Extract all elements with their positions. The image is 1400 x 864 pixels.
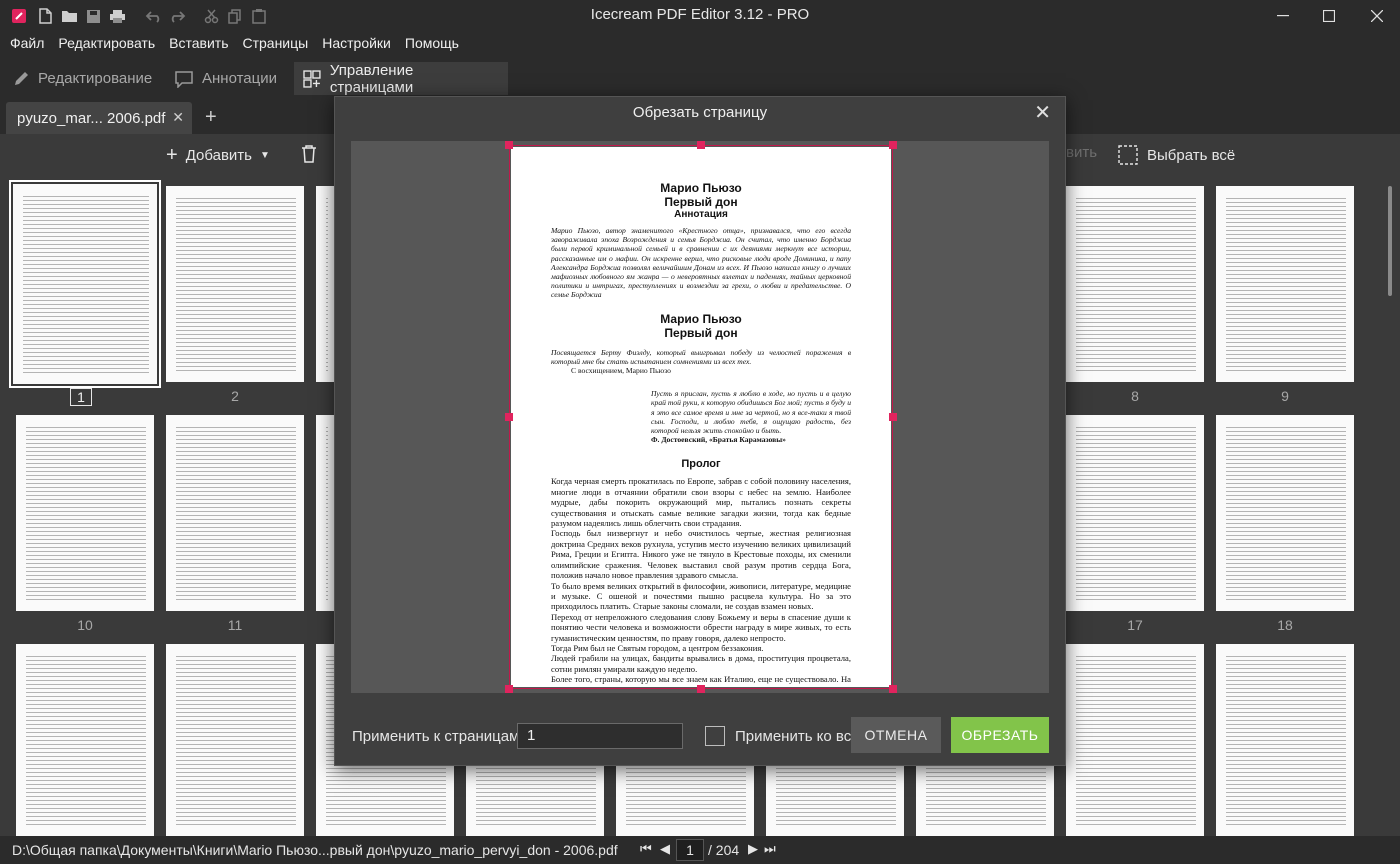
mode-annotations-tab[interactable]: Аннотации xyxy=(166,62,285,95)
minimize-icon[interactable] xyxy=(1260,0,1306,32)
crop-page-dialog: Обрезать страницу ✕ Марио Пьюзо Первый д… xyxy=(334,96,1066,766)
page-thumbnail-1[interactable] xyxy=(9,180,161,388)
select-all-icon xyxy=(1118,145,1138,165)
title-bar: Icecream PDF Editor 3.12 - PRO xyxy=(0,0,1400,32)
file-path: D:\Общая папка\Документы\Книги\Мario Пью… xyxy=(12,842,618,858)
cut-icon[interactable] xyxy=(200,5,222,27)
mode-pages-label: Управление страницами xyxy=(329,61,414,96)
page-thumbnail-17[interactable] xyxy=(1066,415,1204,611)
mode-pages-tab[interactable]: Управление страницами xyxy=(294,61,508,96)
crop-frame[interactable] xyxy=(509,145,893,689)
redo-icon[interactable] xyxy=(166,5,188,27)
pages-grid-icon xyxy=(303,69,321,88)
maximize-icon[interactable] xyxy=(1306,0,1352,32)
crop-handle-top[interactable] xyxy=(697,141,705,149)
mode-edit-label: Редактирование xyxy=(38,70,153,87)
mode-annotations-label: Аннотации xyxy=(202,70,277,87)
print-icon[interactable] xyxy=(106,5,128,27)
menu-insert[interactable]: Вставить xyxy=(169,32,228,54)
page-number-9: 9 xyxy=(1281,388,1289,404)
crop-handle-right[interactable] xyxy=(889,413,897,421)
dialog-title: Обрезать страницу xyxy=(632,104,768,121)
page-thumbnail-2[interactable] xyxy=(166,186,304,382)
close-icon[interactable] xyxy=(1354,0,1400,32)
add-button-label: Добавить xyxy=(185,147,252,164)
crop-handle-top-left[interactable] xyxy=(505,141,513,149)
close-tab-icon[interactable]: ✕ xyxy=(172,109,184,126)
apply-to-pages-label: Применить к страницам: xyxy=(352,728,524,745)
crop-button[interactable]: ОБРЕЗАТЬ xyxy=(951,717,1049,753)
cancel-button[interactable]: ОТМЕНА xyxy=(851,717,941,753)
add-button[interactable]: + Добавить ▼ xyxy=(166,144,270,167)
crop-handle-bottom[interactable] xyxy=(697,685,705,693)
menu-file[interactable]: Файл xyxy=(10,32,44,54)
next-page-icon[interactable]: ▶ xyxy=(748,841,758,857)
page-number-8: 8 xyxy=(1131,388,1139,404)
crop-handle-bottom-right[interactable] xyxy=(889,685,897,693)
menu-settings[interactable]: Настройки xyxy=(322,32,391,54)
open-folder-icon[interactable] xyxy=(58,5,80,27)
delete-icon[interactable] xyxy=(300,144,318,164)
plus-icon: + xyxy=(166,144,178,166)
menu-bar: Файл Редактировать Вставить Страницы Нас… xyxy=(0,32,1400,54)
page-thumbnail-8[interactable] xyxy=(1066,186,1204,382)
menu-pages[interactable]: Страницы xyxy=(242,32,308,54)
undo-icon[interactable] xyxy=(142,5,164,27)
page-thumbnail-11[interactable] xyxy=(166,415,304,611)
page-thumbnail-27[interactable] xyxy=(1216,644,1354,836)
last-page-icon[interactable]: ⏭ xyxy=(764,841,776,857)
page-thumbnail-18[interactable] xyxy=(1216,415,1354,611)
page-number-10: 10 xyxy=(77,617,93,633)
select-all-button[interactable]: Выбрать всё xyxy=(1117,144,1235,166)
document-tab[interactable]: pyuzo_mar... 2006.pdf ✕ xyxy=(6,102,192,134)
copy-icon[interactable] xyxy=(224,5,246,27)
total-pages: / 204 xyxy=(708,842,740,858)
paste-icon[interactable] xyxy=(248,5,270,27)
dialog-close-icon[interactable]: ✕ xyxy=(1034,100,1051,125)
apply-to-all-label: Применить ко всем xyxy=(735,728,870,745)
page-thumbnail-3[interactable] xyxy=(316,186,336,382)
page-number-11: 11 xyxy=(227,617,243,633)
page-number-2: 2 xyxy=(231,388,239,404)
page-thumbnail-12[interactable] xyxy=(316,415,336,611)
status-bar: D:\Общая папка\Документы\Книги\Мario Пью… xyxy=(0,836,1400,864)
page-number-1: 1 xyxy=(70,388,92,406)
page-number-18: 18 xyxy=(1277,617,1293,633)
page-thumbnail-19[interactable] xyxy=(16,644,154,836)
crop-handle-left[interactable] xyxy=(505,413,513,421)
pencil-icon xyxy=(15,71,28,85)
apply-to-pages-input[interactable]: 1 xyxy=(517,723,683,749)
first-page-icon[interactable]: ⏮ xyxy=(640,841,652,857)
new-tab-icon[interactable]: + xyxy=(205,106,217,129)
comment-icon xyxy=(175,70,193,88)
scrollbar-thumb[interactable] xyxy=(1388,186,1392,296)
page-thumbnail-20[interactable] xyxy=(166,644,304,836)
mode-edit-tab[interactable]: Редактирование xyxy=(4,62,160,95)
hidden-action-label: вить xyxy=(1066,144,1098,161)
page-thumbnail-10[interactable] xyxy=(16,415,154,611)
crop-handle-bottom-left[interactable] xyxy=(505,685,513,693)
prev-page-icon[interactable]: ◀ xyxy=(660,841,670,857)
page-thumbnail-9[interactable] xyxy=(1216,186,1354,382)
page-number-input[interactable]: 1 xyxy=(676,839,704,861)
new-file-icon[interactable] xyxy=(34,5,56,27)
select-all-label: Выбрать всё xyxy=(1147,146,1236,164)
apply-to-all-checkbox[interactable] xyxy=(705,726,725,746)
document-tab-label: pyuzo_mar... 2006.pdf xyxy=(17,109,166,127)
crop-handle-top-right[interactable] xyxy=(889,141,897,149)
menu-edit[interactable]: Редактировать xyxy=(58,32,155,54)
mode-bar: Редактирование Аннотации Управление стра… xyxy=(0,62,1400,96)
app-logo-icon xyxy=(8,5,30,27)
crop-preview-area: Марио Пьюзо Первый дон Аннотация Марио П… xyxy=(351,141,1049,693)
save-icon[interactable] xyxy=(82,5,104,27)
page-number-17: 17 xyxy=(1127,617,1143,633)
menu-help[interactable]: Помощь xyxy=(405,32,459,54)
page-thumbnail-26[interactable] xyxy=(1066,644,1204,836)
chevron-down-icon: ▼ xyxy=(259,150,270,161)
